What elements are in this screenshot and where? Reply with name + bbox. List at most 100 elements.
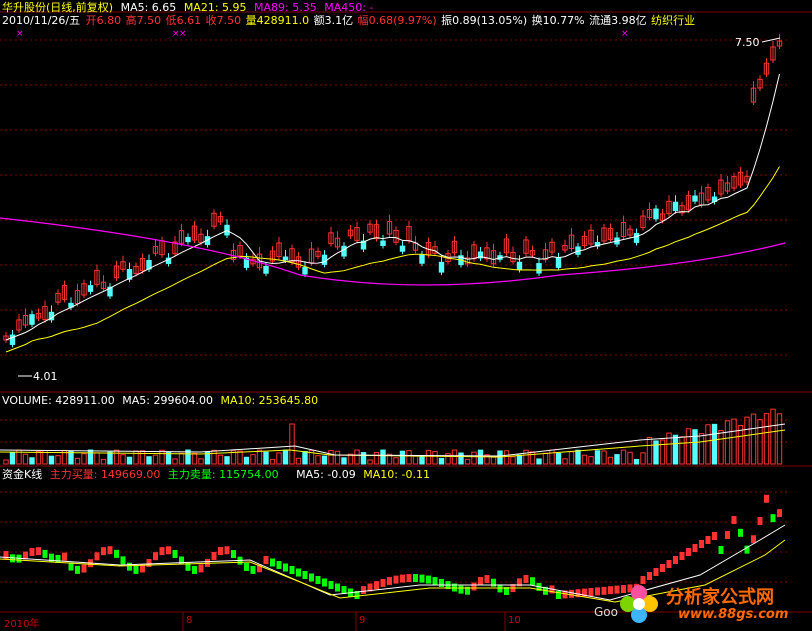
- chart-canvas[interactable]: 7.504.01× × × ×: [0, 0, 812, 631]
- volume-bar-14: [94, 452, 100, 465]
- fund-block-49: [322, 578, 327, 587]
- quote-date: 2010/11/26/五: [2, 14, 81, 27]
- fund-sell: 主力卖量: 115754.00: [167, 468, 279, 481]
- fund-block-23: [153, 552, 158, 561]
- volume-bar-52: [341, 457, 347, 465]
- fund-block-59: [387, 577, 392, 586]
- volume-bar-114: [744, 416, 750, 465]
- fund-block-91: [595, 587, 600, 596]
- fund-block-44: [289, 566, 295, 574]
- volume-bar-13: [87, 449, 94, 465]
- volume-bar-61: [399, 450, 406, 465]
- volume-bar-66: [432, 451, 438, 465]
- fund-block-108: [705, 536, 711, 544]
- volume-bar-98: [640, 452, 646, 465]
- fund-block-58: [380, 578, 386, 587]
- fund-block-106: [692, 544, 698, 552]
- volume-header: VOLUME: 428911.00 MA5: 299604.00 MA10: 2…: [2, 394, 322, 407]
- volume-bar-5: [35, 450, 42, 465]
- fund-block-34: [224, 546, 230, 555]
- candle-body-28: [185, 236, 191, 243]
- volume-bar-85: [555, 452, 562, 465]
- quote-industry: 纺织行业: [651, 14, 696, 27]
- volume-bar-10: [68, 451, 74, 465]
- volume-bar-93: [607, 456, 614, 465]
- volume-bar-51: [334, 450, 341, 465]
- fund-block-115: [751, 535, 756, 544]
- fund-block-45: [296, 568, 301, 577]
- volume-bar-8: [55, 455, 61, 465]
- fund-block-15: [101, 547, 106, 556]
- volume-bar-80: [523, 449, 529, 465]
- fund-block-4: [29, 547, 35, 556]
- fund-block-38: [250, 565, 256, 574]
- volume-bar-19: [126, 456, 133, 465]
- volume-bar-75: [490, 456, 497, 465]
- volume-bar-18: [120, 454, 126, 465]
- fund-block-87: [569, 589, 574, 598]
- stock-chart-window: 7.50 4.01 × × × × 华升股份(日线,前复权) MA5: 6.65 MA21…: [0, 0, 812, 631]
- flower-logo-icon: [620, 585, 658, 623]
- quote-close: 收7.50: [205, 14, 242, 27]
- volume-bar-44: [289, 423, 295, 465]
- fund-block-74: [484, 575, 490, 584]
- fund-block-30: [198, 564, 204, 573]
- volume-bar-88: [575, 449, 581, 465]
- volume-bar-118: [770, 408, 776, 465]
- candle-body-97: [633, 233, 640, 243]
- volume-bar-29: [191, 452, 198, 465]
- volume-bar-23: [152, 454, 159, 465]
- fund-block-109: [712, 532, 717, 540]
- volume-bar-62: [406, 450, 412, 465]
- fund-block-90: [588, 588, 594, 596]
- fund-block-103: [673, 556, 678, 564]
- fund-block-111: [725, 531, 730, 540]
- quote-low: 低6.61: [165, 14, 202, 27]
- volume-bar-67: [438, 457, 445, 465]
- volume-bar-109: [711, 423, 718, 465]
- candle-body-52: [341, 245, 347, 257]
- candle-body-43: [282, 256, 289, 261]
- volume-bar-50: [328, 450, 334, 465]
- fund-ma10: MA10: -0.11: [363, 468, 430, 481]
- quote-volume: 量428911.0: [245, 14, 310, 27]
- volume-bar-39: [256, 449, 263, 465]
- volume-bar-41: [269, 458, 276, 465]
- fund-block-14: [94, 552, 100, 561]
- quote-open: 开6.80: [85, 14, 122, 27]
- fund-block-100: [653, 568, 659, 576]
- fund-block-67: [439, 578, 444, 587]
- volume-bar-4: [29, 457, 35, 465]
- candle-body-79: [516, 261, 523, 271]
- fund-block-62: [406, 574, 412, 583]
- fund-block-10: [68, 562, 74, 571]
- volume-bar-96: [627, 451, 633, 465]
- volume-bar-79: [516, 454, 523, 465]
- volume-bar-58: [380, 449, 386, 465]
- volume-bar-91: [594, 450, 601, 465]
- volume-bar-3: [22, 453, 29, 465]
- candle-body-40: [263, 265, 269, 274]
- volume-bar-77: [503, 450, 510, 465]
- candle-body-106: [692, 195, 698, 202]
- fund-block-118: [770, 514, 776, 523]
- volume-bar-56: [367, 459, 373, 465]
- event-marker-icon: ×: [621, 29, 629, 39]
- volume-bar-81: [529, 451, 536, 465]
- volume-bar-15: [100, 458, 107, 465]
- fund-block-73: [478, 576, 483, 585]
- volume-bar-63: [412, 455, 419, 465]
- fund-block-40: [263, 556, 269, 564]
- fund-title: 资金K线: [2, 468, 43, 481]
- candle-body-46: [302, 266, 308, 275]
- fund-block-57: [374, 581, 379, 590]
- fund-block-19: [127, 562, 132, 571]
- quote-amplitude: 振0.89(13.05%): [441, 14, 528, 27]
- volume-bar-108: [705, 424, 711, 465]
- fund-block-72: [471, 582, 477, 591]
- fund-block-81: [530, 577, 535, 586]
- fund-block-47: [309, 573, 314, 582]
- volume-bar-92: [601, 450, 607, 465]
- fund-block-70: [458, 585, 464, 594]
- fund-block-61: [400, 574, 405, 583]
